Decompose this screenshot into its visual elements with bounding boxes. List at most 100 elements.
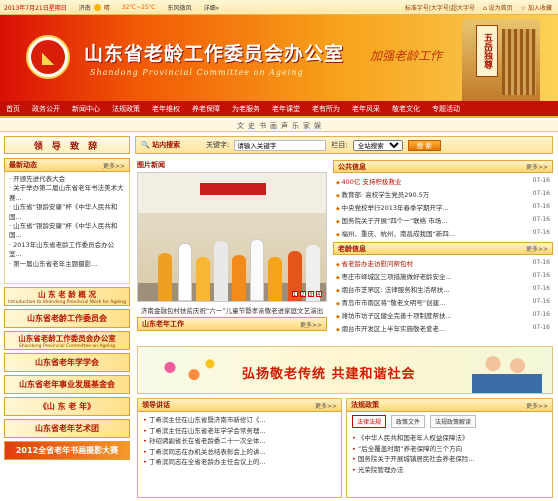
nav-item[interactable]: 养老保障	[186, 104, 226, 114]
slide-dot[interactable]: 1	[292, 291, 298, 298]
info-row[interactable]: 国务院关于开展“四个一”联络 市场... 07-16	[336, 213, 550, 226]
main-nav: 首页 政务公开 新闻中心 法规政策 老年维权 养老保障 为老服务 老年课堂 老有所为 老年风采 敬老…	[0, 101, 558, 118]
laws-tabs: 法律法规 政策文件 法规政策解读	[347, 412, 552, 430]
nav-item[interactable]: 法规政策	[106, 104, 146, 114]
leader-address-button[interactable]: 领 导 致 辞	[4, 136, 130, 154]
nav-item[interactable]: 敬老文化	[386, 104, 426, 114]
info-row-date: 07-16	[532, 298, 550, 305]
aging-info-more-link[interactable]: 更多>>	[526, 244, 548, 253]
site-title: 山东省老龄工作委员会办公室	[84, 43, 345, 65]
add-favorite-link[interactable]: ☆ 加入收藏	[521, 3, 552, 12]
info-row-date: 07-16	[532, 272, 550, 279]
set-home-link[interactable]: ⌂ 设为首页	[483, 3, 513, 12]
info-row-date: 07-16	[532, 216, 550, 223]
aging-work-more-link[interactable]: 更多>>	[300, 320, 322, 329]
picture-news-photo[interactable]: 1234	[137, 172, 327, 302]
public-info-more-link[interactable]: 更多>>	[526, 162, 548, 171]
site-search: 🔍 站内搜索 关键字: 栏目: 全站搜索 搜 索	[135, 136, 553, 154]
subnav-item[interactable]: 娱	[314, 121, 321, 131]
latest-news-header: 最新动态 更多>>	[4, 158, 130, 172]
laws-tab[interactable]: 政策文件	[391, 415, 426, 428]
speech-item[interactable]: 孙绍骋副省长在省老龄委二十一次全体...	[143, 436, 336, 447]
latest-news-more-link[interactable]: 更多>>	[103, 161, 125, 170]
flower-decoration	[146, 353, 226, 389]
news-item[interactable]: · 山东省“银龄安康”杯《中华人民共和国...	[9, 222, 125, 241]
nav-item[interactable]: 政务公开	[26, 104, 66, 114]
info-row[interactable]: 福州、重庆、杭州、南昌成我国“新四... 07-16	[336, 226, 550, 239]
info-row[interactable]: 潍坊市坊子区健全完善十项制度帮扶... 07-16	[336, 308, 550, 321]
law-item[interactable]: “后全覆盖时期”养老保障的三个方向	[352, 444, 547, 455]
info-row-title: 教育部: 高校学生党员290.5万	[336, 189, 521, 199]
font-size-links[interactable]: 标准字号|大字号|超大字号	[405, 3, 475, 12]
info-row[interactable]: 青岛市市南区将“敬老文明号”创建... 07-16	[336, 295, 550, 308]
info-row[interactable]: 省老龄办走访慰问帮包村 07-16	[336, 256, 550, 269]
side-banner[interactable]: 山东省老年学学会	[4, 353, 130, 372]
subnav-item[interactable]: 家	[303, 121, 310, 131]
laws-tab[interactable]: 法规政策解读	[430, 415, 477, 428]
laws-more-link[interactable]: 更多>>	[526, 401, 548, 410]
side-banner[interactable]: 《山 东 老 年》	[4, 397, 130, 416]
news-item[interactable]: · 开颁先进代表大会	[9, 175, 125, 184]
laws-tab[interactable]: 法律法规	[352, 415, 387, 428]
news-item[interactable]: · 山东省“银龄安康”杯《中华人民共和国...	[9, 203, 125, 222]
info-row[interactable]: 400亿 支持积极救业 07-16	[336, 174, 550, 187]
speech-item[interactable]: 丁希滨主任在山东省老年学学会常务理...	[143, 426, 336, 437]
keyword-input[interactable]	[234, 139, 327, 151]
search-button[interactable]: 搜 索	[407, 139, 441, 151]
slideshow-dots: 1234	[292, 291, 322, 298]
culture-subnav: 文史书画声乐家娱	[0, 120, 558, 132]
info-row[interactable]: 烟台市开发区上半年实施敬老爱老... 07-16	[336, 321, 550, 334]
news-item[interactable]: · 第一届山东省老年主题摄影...	[9, 260, 125, 269]
side-banner[interactable]: 山东省老年艺术团	[4, 419, 130, 438]
weather-text: 晴	[103, 4, 110, 12]
subnav-item[interactable]: 文	[237, 121, 244, 131]
site-logo[interactable]: ◣	[26, 35, 70, 79]
aging-info-header: 老龄信息 更多>>	[333, 242, 553, 255]
subnav-item[interactable]: 画	[270, 121, 277, 131]
info-row[interactable]: 枣庄市峄城区三项措施做好老龄安全... 07-16	[336, 269, 550, 282]
speeches-list: 丁希滨主任在山东省暨济南市新修订《...丁希滨主任在山东省老年学学会常务理...…	[138, 412, 341, 471]
side-banner-label: 2012全省老年书画摄影大赛	[15, 446, 119, 455]
nav-item[interactable]: 老年课堂	[266, 104, 306, 114]
subnav-item[interactable]: 史	[248, 121, 255, 131]
public-info-list: 400亿 支持积极救业07-16教育部: 高校学生党员290.5万07-16中央…	[333, 173, 553, 240]
law-item[interactable]: 《中华人民共和国老年人权益保障法》	[352, 433, 547, 444]
side-banner-label: 山东省老年艺术团	[35, 424, 99, 433]
law-item[interactable]: 光荣院管理办法	[352, 465, 547, 476]
slogan-banner[interactable]: 弘扬敬老传统 共建和谐社会	[137, 346, 553, 394]
speech-item[interactable]: 丁希滨同志在全省老龄办主任会议上的...	[143, 457, 336, 468]
slide-dot[interactable]: 4	[316, 291, 322, 298]
news-item[interactable]: · 关于举办第二届山东省老年书法美术大赛...	[9, 184, 125, 203]
nav-item[interactable]: 老年风采	[346, 104, 386, 114]
info-row[interactable]: 教育部: 高校学生党员290.5万 07-16	[336, 187, 550, 200]
news-item[interactable]: · 2013年山东省老龄工作委员会办公室...	[9, 241, 125, 260]
column-select[interactable]: 全站搜索	[352, 139, 403, 151]
slide-dot[interactable]: 3	[308, 291, 314, 298]
side-banner[interactable]: 山东省老龄工作委员会办公室 Shandong Provincial Committ…	[4, 331, 130, 350]
nav-item[interactable]: 新闻中心	[66, 104, 106, 114]
nav-item[interactable]: 为老服务	[226, 104, 266, 114]
subnav-item[interactable]: 书	[259, 121, 266, 131]
subnav-item[interactable]: 声	[281, 121, 288, 131]
slide-dot[interactable]: 2	[300, 291, 306, 298]
weather-detail-link[interactable]: 详细»	[204, 3, 220, 12]
picture-news-caption[interactable]: 济南金融包村扶贫庆祝“六一”儿童节暨孝亲敬老进家庭文艺演出	[137, 305, 327, 315]
speech-item[interactable]: 丁希滨主任在山东省暨济南市新修订《...	[143, 415, 336, 426]
nav-item[interactable]: 专题活动	[426, 104, 466, 114]
nav-item[interactable]: 老有所为	[306, 104, 346, 114]
aging-info-list: 省老龄办走访慰问帮包村 07-16 枣庄市峄城区三项措施做好老龄安全... 07-16…	[333, 255, 553, 335]
law-item[interactable]: 国务院关于开展城镇居民社会养老保险...	[352, 454, 547, 465]
side-banner[interactable]: 山东省老龄工作委员会	[4, 309, 130, 328]
info-row-title: 400亿 支持积极救业	[336, 176, 521, 186]
side-banner[interactable]: 2012全省老年书画摄影大赛	[4, 441, 130, 460]
nav-item[interactable]: 老年维权	[146, 104, 186, 114]
info-row[interactable]: 烟台市芝罘区: 法律服务和生活帮扶... 07-16	[336, 282, 550, 295]
speech-item[interactable]: 丁希滨同志在办机关总结表彰会上的讲...	[143, 447, 336, 458]
info-row[interactable]: 中央党校举行2013年春季学期开学... 07-16	[336, 200, 550, 213]
nav-item[interactable]: 首页	[0, 104, 26, 114]
laws-title: 法规政策	[351, 401, 379, 409]
side-banner[interactable]: 山 东 老 龄 概 况 Introduction to Shandong Prov…	[4, 287, 130, 306]
speeches-more-link[interactable]: 更多>>	[315, 401, 337, 410]
side-banner[interactable]: 山东省老年事业发展基金会	[4, 375, 130, 394]
subnav-item[interactable]: 乐	[292, 121, 299, 131]
